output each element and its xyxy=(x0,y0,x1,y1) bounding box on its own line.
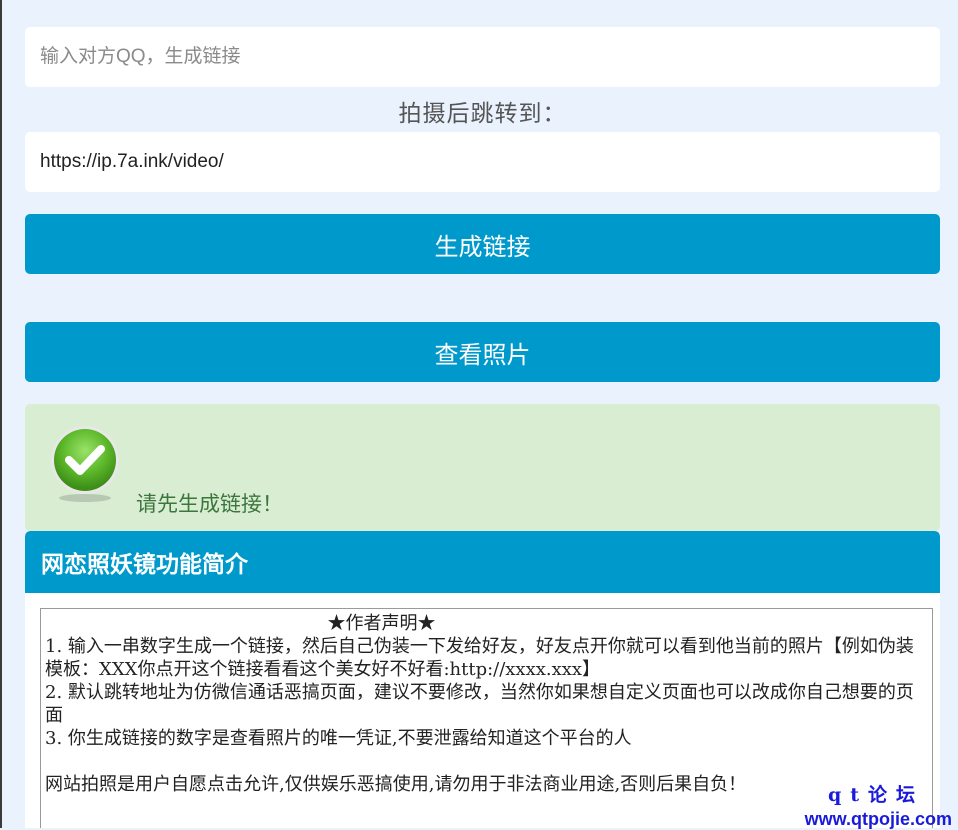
notice-disclaimer: 网站拍照是用户自愿点击允许,仅供娱乐恶搞使用,请勿用于非法商业用途,否则后果自负… xyxy=(45,774,747,795)
redirect-url-input[interactable] xyxy=(25,132,940,192)
notice-line-2: 2. 默认跳转地址为仿微信通话恶搞页面，建议不要修改，当然你如果想自定义页面也可… xyxy=(45,682,914,726)
check-circle-icon xyxy=(51,426,119,502)
notice-title: ★作者声明★ xyxy=(327,613,436,634)
site-watermark: qt论坛 www.qtpojie.com xyxy=(805,780,952,830)
view-photos-button[interactable]: 查看照片 xyxy=(25,322,940,382)
panel-title: 网恋照妖镜功能简介 xyxy=(25,531,940,593)
notice-line-1: 1. 输入一串数字生成一个链接，然后自己伪装一下发给好友，好友点开你就可以看到他… xyxy=(45,636,914,680)
watermark-name: qt论坛 xyxy=(827,784,924,806)
redirect-label: 拍摄后跳转到： xyxy=(398,100,567,126)
generate-link-button[interactable]: 生成链接 xyxy=(25,214,940,274)
left-border xyxy=(0,0,2,828)
intro-panel: 网恋照妖镜功能简介 ★作者声明★ 1. 输入一串数字生成一个链接，然后自己伪装一… xyxy=(25,531,940,828)
qq-input[interactable] xyxy=(25,27,940,87)
status-alert: 请先生成链接！ xyxy=(25,404,940,531)
notice-line-3: 3. 你生成链接的数字是查看照片的唯一凭证,不要泄露给知道这个平台的人 xyxy=(45,728,632,749)
alert-message: 请先生成链接！ xyxy=(136,493,283,516)
watermark-url: www.qtpojie.com xyxy=(804,809,952,829)
notice-textarea[interactable]: ★作者声明★ 1. 输入一串数字生成一个链接，然后自己伪装一下发给好友，好友点开… xyxy=(40,608,933,828)
